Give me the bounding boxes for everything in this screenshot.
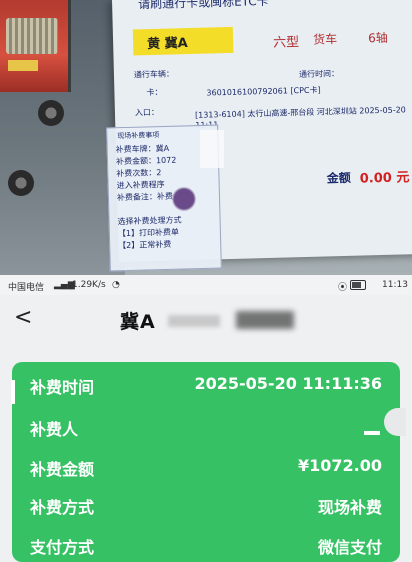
- redacted-plate: [168, 315, 220, 327]
- row-value-method: 现场补费: [317, 498, 382, 517]
- card-label: 卡：: [146, 87, 163, 98]
- monitor-title: 请刷通行卡或闽标ETC卡: [137, 0, 269, 12]
- entry-label: 入口：: [134, 107, 160, 118]
- carrier-label: 中国电信: [8, 283, 45, 293]
- truck-grille: [6, 18, 58, 54]
- plate-text: 黄 冀A: [146, 36, 188, 53]
- row-label-payer: 补费人: [30, 420, 79, 439]
- popup-line: 进入补费程序: [116, 179, 165, 191]
- card-notch: [11, 380, 15, 404]
- truck-tire: [8, 170, 34, 196]
- vehicle-kind: 货车: [312, 32, 338, 47]
- popup-line: 补费金额：1072: [115, 155, 177, 167]
- vehicle-label: 通行车辆：: [133, 69, 175, 80]
- status-time: 11:13: [382, 280, 408, 290]
- screen-glare: [200, 130, 224, 168]
- popup-line: 补费备注：补费: [116, 191, 174, 203]
- page-title: 冀A: [120, 311, 156, 333]
- alarm-icon: ⦿: [338, 283, 348, 293]
- popup-line: 【2】正常补费: [118, 239, 172, 251]
- row-label-amount: 补费金额: [30, 460, 95, 479]
- toll-screen-photo: 请刷通行卡或闽标ETC卡 黄 冀A 六型 货车 6轴 通行车辆： 通行时间： 卡…: [0, 0, 412, 275]
- battery-icon: [350, 280, 366, 290]
- row-label-time: 补费时间: [30, 378, 95, 397]
- row-value-amount: ¥1072.00: [297, 456, 382, 475]
- popup-line: 补费车牌：冀A: [115, 143, 170, 155]
- truck-tire: [38, 100, 64, 126]
- entry-value: [1313-6104] 太行山高速-邢台段 河北深圳站 2025-05-20 1…: [194, 105, 406, 130]
- wifi-icon: ◔: [112, 280, 120, 290]
- nav-header: < 冀A: [0, 295, 412, 347]
- row-value-payment: 微信支付: [317, 538, 382, 557]
- network-speed: 1.29K/s: [72, 280, 106, 290]
- row-label-payment: 支付方式: [30, 538, 95, 557]
- back-button[interactable]: <: [14, 305, 34, 331]
- card-notch: [384, 408, 406, 436]
- popup-line: 【1】打印补费单: [117, 227, 180, 239]
- row-label-method: 补费方式: [30, 498, 95, 517]
- card-value: 3601016100792061 [CPC卡]: [206, 85, 321, 98]
- time-label: 通行时间：: [298, 69, 340, 80]
- popup-title: 现场补费事项: [117, 131, 160, 141]
- popup-line: 选择补费处理方式: [117, 215, 182, 227]
- row-value-time: 2025-05-20 11:11:36: [194, 374, 382, 393]
- vehicle-type: 六型: [272, 35, 300, 51]
- truck-image: [0, 0, 71, 92]
- payment-detail-card: 补费时间 2025-05-20 11:11:36 补费人 补费金额 ¥1072.…: [12, 362, 400, 562]
- axle-count: 6轴: [367, 30, 388, 46]
- finger-shadow: [172, 186, 196, 212]
- redacted-payer: [364, 431, 380, 435]
- redacted-plate: [236, 311, 294, 329]
- truck-plate: [8, 60, 38, 71]
- popup-line: 补费次数：2: [116, 168, 162, 179]
- amount-value: 0.00 元: [359, 170, 410, 187]
- amount-label: 金额: [326, 170, 351, 186]
